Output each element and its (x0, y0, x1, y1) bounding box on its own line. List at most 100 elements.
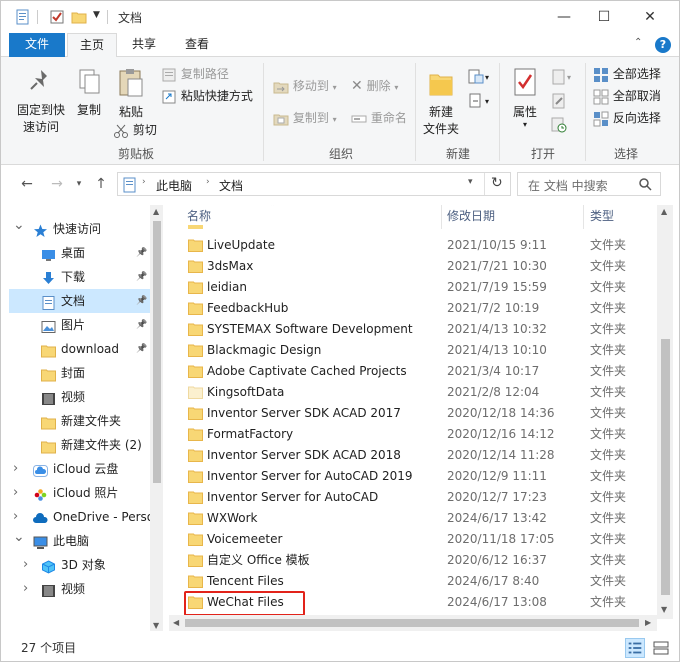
nav-item[interactable]: ⌄ 快速访问 (9, 217, 155, 241)
open-button[interactable]: ▾ (551, 67, 571, 85)
select-none-button[interactable]: 全部取消 (593, 87, 661, 105)
invert-selection-button[interactable]: 反向选择 (593, 109, 661, 127)
horizontal-scroll-thumb[interactable] (185, 619, 639, 627)
pin-icon[interactable]: 📌 (136, 265, 147, 289)
file-row[interactable]: LiveUpdate 2021/10/15 9:11 文件夹 (169, 235, 657, 256)
refresh-icon[interactable]: ↻ (491, 175, 503, 191)
nav-item[interactable]: 图片 📌 (9, 313, 155, 337)
new-folder-quick-icon[interactable] (71, 9, 87, 25)
up-arrow-icon[interactable]: ↑ (91, 173, 111, 195)
nav-item[interactable]: 文档 📌 (9, 289, 155, 313)
search-box[interactable]: 在 文档 中搜索 (517, 172, 661, 196)
nav-item[interactable]: › iCloud 云盘 (9, 457, 155, 481)
help-icon[interactable]: ? (655, 37, 671, 53)
column-header-type[interactable]: 类型 (590, 205, 614, 227)
nav-item[interactable]: › OneDrive - Perso (9, 505, 155, 529)
file-row[interactable]: 3dsMax 2021/7/21 10:30 文件夹 (169, 256, 657, 277)
nav-item[interactable]: 新建文件夹 (2) (9, 433, 155, 457)
forward-arrow-icon[interactable]: → (47, 173, 67, 195)
file-row[interactable]: SYSTEMAX Software Development 2021/4/13 1… (169, 319, 657, 340)
select-all-button[interactable]: 全部选择 (593, 65, 661, 83)
file-row[interactable]: Inventor Server for AutoCAD 2020/12/7 17:… (169, 487, 657, 508)
tab-home[interactable]: 主页 (67, 33, 117, 58)
file-row[interactable]: Inventor Server for AutoCAD 2019 2020/12/… (169, 466, 657, 487)
new-folder-button[interactable]: 新建 文件夹 (419, 67, 463, 138)
file-row[interactable]: Blackmagic Design 2021/4/13 10:10 文件夹 (169, 340, 657, 361)
expand-arrow-icon[interactable]: ⌄ (13, 525, 25, 549)
nav-item[interactable]: 桌面 📌 (9, 241, 155, 265)
tab-share[interactable]: 共享 (119, 33, 169, 57)
copy-to-button[interactable]: 复制到 ▾ (273, 109, 337, 127)
scroll-up-icon[interactable]: ▲ (661, 207, 667, 216)
column-divider[interactable] (441, 205, 442, 229)
file-row[interactable]: Tencent Files 2024/6/17 8:40 文件夹 (169, 571, 657, 592)
rename-button[interactable]: 重命名 (351, 109, 407, 127)
pin-icon[interactable]: 📌 (136, 289, 147, 313)
edit-button[interactable] (551, 91, 567, 109)
nav-item[interactable]: › 3D 对象 (9, 553, 155, 577)
close-button[interactable]: ✕ (627, 1, 673, 33)
tab-file[interactable]: 文件 (9, 33, 65, 57)
column-divider[interactable] (583, 205, 584, 229)
large-icons-view-icon[interactable] (651, 638, 671, 658)
breadcrumb-this-pc[interactable]: 此电脑 (156, 177, 192, 194)
nav-item[interactable]: › 视频 (9, 577, 155, 601)
nav-item[interactable]: 视频 (9, 385, 155, 409)
recent-locations-icon[interactable]: ▾ (69, 173, 89, 195)
copy-button[interactable]: 复制 (71, 67, 107, 119)
pin-icon[interactable]: 📌 (136, 313, 147, 337)
history-button[interactable] (551, 115, 567, 133)
pin-icon[interactable]: 📌 (136, 337, 147, 361)
nav-scroll-thumb[interactable] (153, 221, 161, 483)
collapse-ribbon-icon[interactable]: ⌃ (634, 37, 642, 48)
column-header-name[interactable]: 名称 (187, 205, 211, 227)
properties-quick-icon[interactable] (15, 9, 31, 25)
breadcrumb-documents[interactable]: 文档 (219, 177, 243, 194)
file-row[interactable]: FormatFactory 2020/12/16 14:12 文件夹 (169, 424, 657, 445)
paste-shortcut-button[interactable]: 粘贴快捷方式 (161, 87, 253, 105)
file-row[interactable]: Inventor Server SDK ACAD 2017 2020/12/18 … (169, 403, 657, 424)
nav-item[interactable]: 下载 📌 (9, 265, 155, 289)
file-row[interactable]: FeedbackHub 2021/7/2 10:19 文件夹 (169, 298, 657, 319)
nav-item[interactable]: 新建文件夹 (9, 409, 155, 433)
maximize-button[interactable]: ☐ (581, 1, 627, 33)
expand-arrow-icon[interactable]: ⌄ (13, 213, 25, 237)
move-to-button[interactable]: 移动到 ▾ (273, 77, 337, 95)
tab-view[interactable]: 查看 (171, 33, 223, 57)
delete-button[interactable]: ✕ 删除 ▾ (351, 77, 398, 95)
file-row[interactable]: WXWork 2024/6/17 13:42 文件夹 (169, 508, 657, 529)
nav-scroll-up-icon[interactable]: ▲ (153, 207, 159, 216)
collapse-arrow-icon[interactable]: › (23, 577, 28, 601)
file-row[interactable]: Inventor Server SDK ACAD 2018 2020/12/14 … (169, 445, 657, 466)
file-row[interactable]: leidian 2021/7/19 15:59 文件夹 (169, 277, 657, 298)
address-dropdown-icon[interactable]: ▾ (468, 177, 473, 187)
file-list-scroll-thumb[interactable] (661, 339, 670, 595)
properties-button[interactable]: 属性 ▾ (505, 67, 545, 129)
pin-to-quick-access-button[interactable]: 固定到快 速访问 (13, 67, 69, 136)
back-arrow-icon[interactable]: ← (17, 173, 37, 195)
address-bar[interactable]: › 此电脑 › 文档 ▾ ↻ (117, 172, 511, 196)
cut-button[interactable]: 剪切 (113, 121, 157, 139)
scroll-left-icon[interactable]: ◀ (173, 618, 179, 627)
nav-scroll-down-icon[interactable]: ▼ (153, 621, 159, 630)
file-row[interactable]: 自定义 Office 模板 2020/6/12 16:37 文件夹 (169, 550, 657, 571)
collapse-arrow-icon[interactable]: › (23, 553, 28, 577)
paste-button[interactable]: 粘贴 (113, 67, 149, 121)
new-item-button[interactable]: ▾ (467, 67, 489, 85)
file-row[interactable]: Adobe Captivate Cached Projects 2021/3/4 … (169, 361, 657, 382)
pin-icon[interactable]: 📌 (136, 241, 147, 265)
collapse-arrow-icon[interactable]: › (13, 457, 18, 481)
checkbox-quick-icon[interactable] (49, 9, 65, 25)
scroll-right-icon[interactable]: ▶ (645, 618, 651, 627)
copy-path-button[interactable]: 复制路径 (161, 65, 229, 83)
nav-item[interactable]: › iCloud 照片 (9, 481, 155, 505)
file-row[interactable]: Voicemeeter 2020/11/18 17:05 文件夹 (169, 529, 657, 550)
collapse-arrow-icon[interactable]: › (13, 481, 18, 505)
nav-item[interactable]: download 📌 (9, 337, 155, 361)
file-row[interactable]: KingsoftData 2021/2/8 12:04 文件夹 (169, 382, 657, 403)
nav-item[interactable]: 封面 (9, 361, 155, 385)
scroll-down-icon[interactable]: ▼ (661, 605, 667, 614)
easy-access-button[interactable]: ▾ (467, 91, 489, 109)
column-header-date[interactable]: 修改日期 (447, 205, 495, 227)
customize-toolbar-arrow-icon[interactable]: ▼ (93, 10, 100, 20)
